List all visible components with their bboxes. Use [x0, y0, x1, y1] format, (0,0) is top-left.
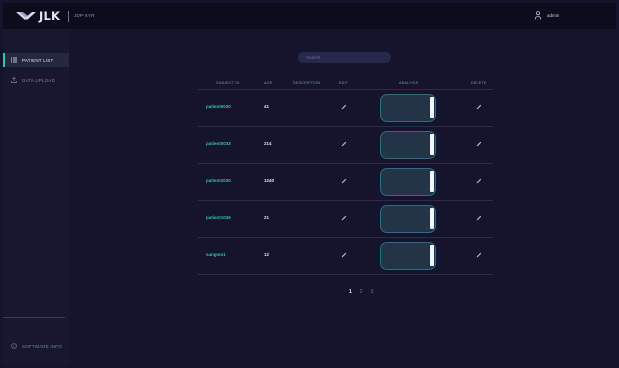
user-icon [535, 11, 541, 20]
column-header-age[interactable]: AGE [264, 81, 272, 85]
table-row: patient0033 214 [198, 126, 493, 163]
table-row: patient0030 41 [198, 89, 493, 126]
subject-id-link[interactable]: sangmo1 [206, 252, 226, 257]
page-3-button[interactable]: 3 [371, 289, 374, 295]
sidebar-item-label: PATIENT LIST [22, 57, 54, 63]
search-input[interactable] [298, 52, 391, 63]
analysis-progress-fill [430, 171, 434, 192]
age-value: 1240 [264, 178, 275, 183]
analysis-button[interactable] [380, 242, 436, 270]
sidebar-item-data-upload[interactable]: DATA UPLOAD [11, 77, 55, 83]
analysis-progress-fill [430, 208, 434, 229]
age-value: 41 [264, 104, 270, 109]
table-bottom-border [198, 274, 493, 275]
analysis-progress-fill [430, 97, 434, 118]
subject-id-link[interactable]: patient0033 [206, 141, 231, 146]
column-header-subject-id[interactable]: SUBJECT ID [216, 81, 239, 85]
table-header: SUBJECT ID AGE DESCRIPTION EDIT ANALYSIS… [198, 77, 493, 89]
age-value: 12 [264, 252, 270, 257]
delete-pencil-icon[interactable] [476, 141, 482, 147]
sidebar-divider [3, 317, 65, 318]
analysis-button[interactable] [380, 94, 436, 122]
pencil-icon[interactable] [341, 252, 347, 258]
subject-id-link[interactable]: patient0030 [206, 104, 231, 109]
product-name: JDP-XYR [74, 13, 95, 18]
delete-pencil-icon[interactable] [476, 178, 482, 184]
subject-id-link[interactable]: patient2030 [206, 178, 231, 183]
info-icon [11, 343, 17, 349]
delete-pencil-icon[interactable] [476, 104, 482, 110]
pencil-icon[interactable] [341, 141, 347, 147]
logo[interactable]: JLK [16, 10, 60, 22]
table-row: sangmo1 12 [198, 237, 493, 274]
pagination: 1 2 3 [349, 289, 373, 295]
delete-pencil-icon[interactable] [476, 252, 482, 258]
analysis-progress-fill [430, 245, 434, 266]
sidebar-item-software-info[interactable]: SOFTWARE INFO [11, 343, 62, 349]
upload-icon [11, 77, 17, 83]
subject-id-link[interactable]: patient1036 [206, 215, 231, 220]
sidebar-item-patient-list[interactable]: PATIENT LIST [11, 57, 53, 63]
page-2-button[interactable]: 2 [360, 289, 363, 295]
column-header-edit: EDIT [339, 81, 349, 85]
age-value: 21 [264, 215, 270, 220]
pencil-icon[interactable] [341, 178, 347, 184]
user-name: admin [547, 13, 560, 18]
brand-name: JLK [39, 9, 61, 23]
logo-divider [68, 11, 69, 22]
user-menu[interactable]: admin [535, 11, 559, 20]
pencil-icon[interactable] [341, 215, 347, 221]
table-row: patient1036 21 [198, 200, 493, 237]
wing-logo-icon [16, 11, 36, 20]
column-header-analysis: ANALYSIS [399, 81, 419, 85]
patient-table: SUBJECT ID AGE DESCRIPTION EDIT ANALYSIS… [198, 77, 493, 275]
list-icon [11, 57, 17, 63]
app-window: JLK JDP-XYR admin PATIENT LIST DATA UPLO… [3, 3, 616, 365]
age-value: 214 [264, 141, 272, 146]
pencil-icon[interactable] [341, 104, 347, 110]
analysis-progress-fill [430, 134, 434, 155]
analysis-button[interactable] [380, 131, 436, 159]
column-header-description: DESCRIPTION [293, 81, 321, 85]
active-indicator [3, 53, 5, 67]
page-1-button[interactable]: 1 [349, 289, 352, 295]
top-bar: JLK JDP-XYR admin [3, 3, 616, 29]
delete-pencil-icon[interactable] [476, 215, 482, 221]
sidebar-item-label: DATA UPLOAD [22, 77, 56, 83]
column-header-delete: DELETE [471, 81, 487, 85]
analysis-button[interactable] [380, 168, 436, 196]
analysis-button[interactable] [380, 205, 436, 233]
sidebar: PATIENT LIST DATA UPLOAD SOFTWARE INFO [3, 29, 69, 365]
software-info-label: SOFTWARE INFO [22, 343, 62, 349]
table-row: patient2030 1240 [198, 163, 493, 200]
